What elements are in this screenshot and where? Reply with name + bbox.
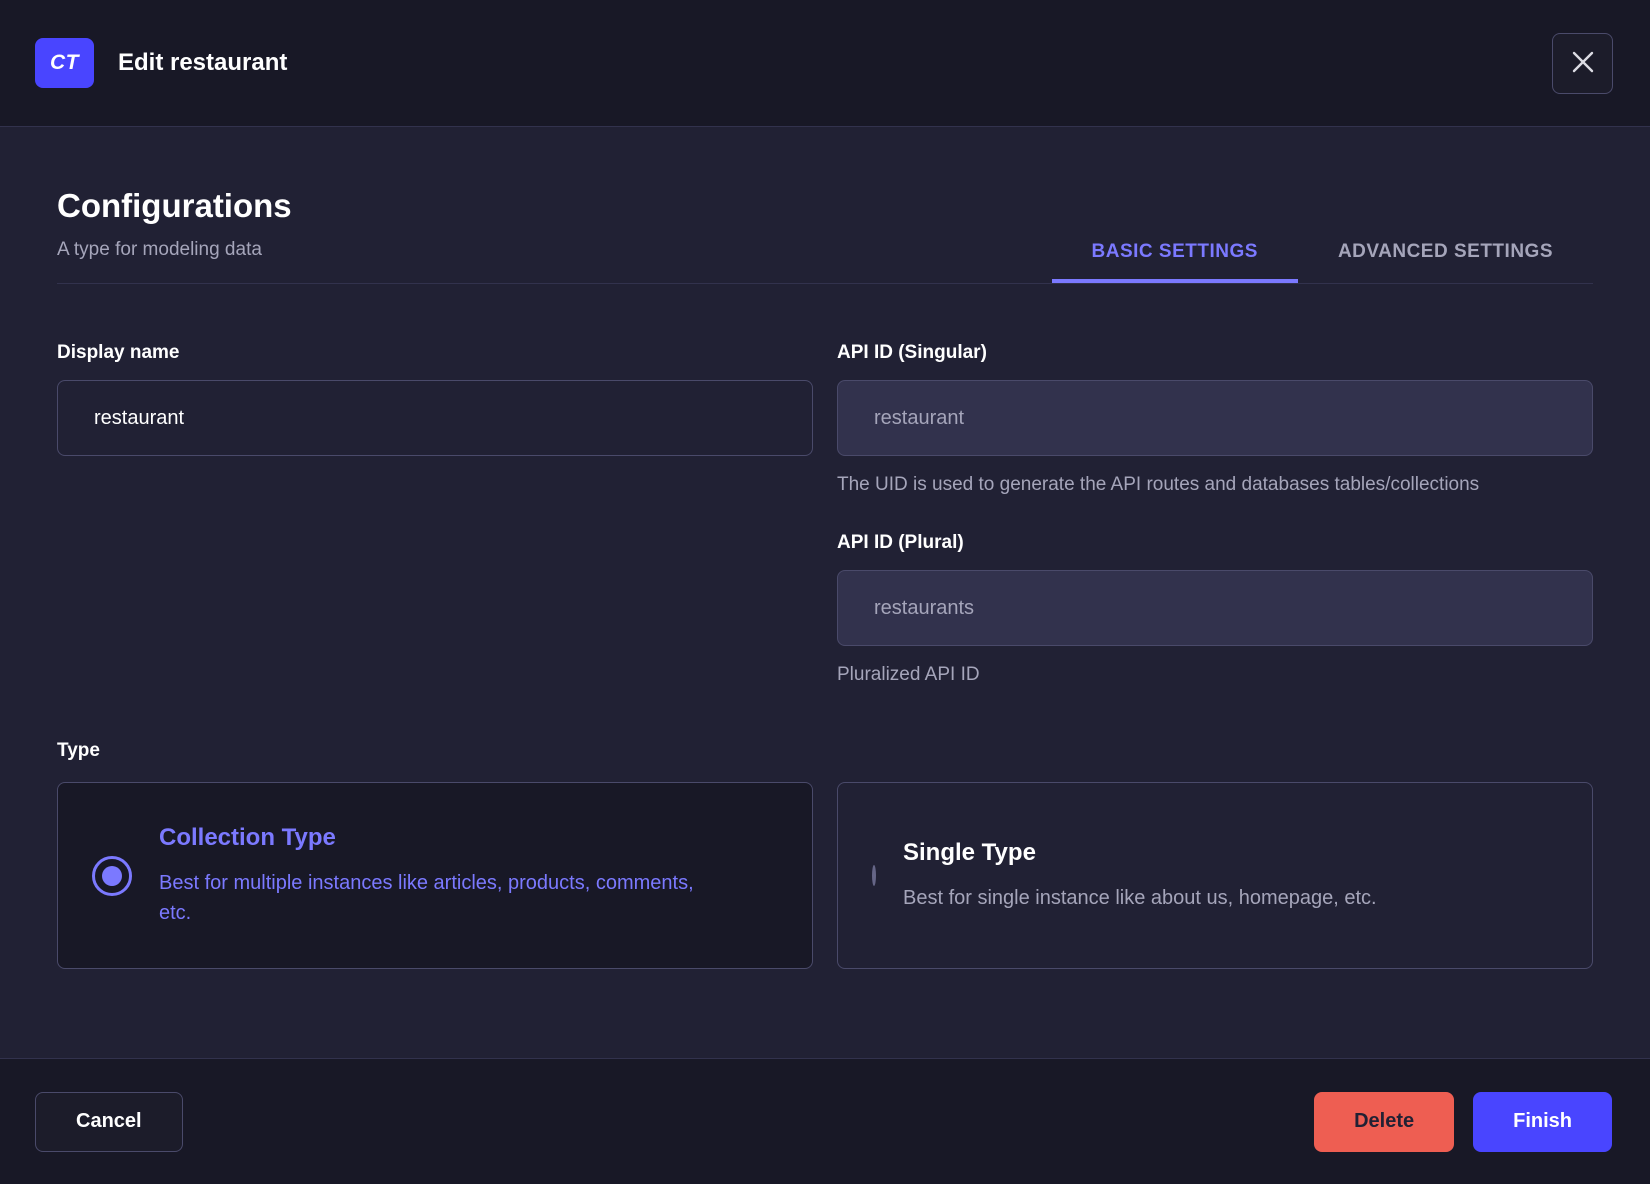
type-options: Collection Type Best for multiple instan…	[57, 782, 1593, 969]
api-id-plural-input[interactable]	[837, 570, 1593, 646]
close-button[interactable]	[1552, 33, 1613, 94]
type-section-label: Type	[57, 740, 1593, 762]
single-type-card[interactable]: Single Type Best for single instance lik…	[837, 782, 1593, 969]
section-titles: Configurations A type for modeling data	[57, 187, 292, 283]
cancel-button[interactable]: Cancel	[35, 1092, 183, 1152]
finish-button[interactable]: Finish	[1473, 1092, 1612, 1152]
api-id-singular-input[interactable]	[837, 380, 1593, 456]
settings-tabs: BASIC SETTINGS ADVANCED SETTINGS	[1052, 223, 1593, 283]
form-grid: Display name API ID (Singular) The UID i…	[57, 342, 1593, 690]
api-id-plural-hint: Pluralized API ID	[837, 660, 1487, 690]
tab-basic-settings[interactable]: BASIC SETTINGS	[1052, 223, 1298, 283]
collection-type-text: Collection Type Best for multiple instan…	[159, 824, 719, 928]
page-subtitle: A type for modeling data	[57, 239, 292, 283]
collection-type-title: Collection Type	[159, 824, 719, 852]
api-id-singular-hint: The UID is used to generate the API rout…	[837, 470, 1487, 500]
single-type-title: Single Type	[903, 839, 1377, 867]
collection-type-card[interactable]: Collection Type Best for multiple instan…	[57, 782, 813, 969]
single-type-description: Best for single instance like about us, …	[903, 883, 1377, 913]
api-id-singular-label: API ID (Singular)	[837, 342, 1593, 364]
modal-header: CT Edit restaurant	[0, 0, 1650, 127]
api-id-plural-label: API ID (Plural)	[837, 532, 1593, 554]
api-id-field-group: API ID (Singular) The UID is used to gen…	[837, 342, 1593, 690]
radio-unselected-icon[interactable]	[872, 867, 876, 885]
page-title: Configurations	[57, 187, 292, 225]
display-name-field-group: Display name	[57, 342, 813, 456]
collection-type-description: Best for multiple instances like article…	[159, 868, 719, 928]
single-type-text: Single Type Best for single instance lik…	[903, 839, 1377, 913]
section-header: Configurations A type for modeling data …	[57, 127, 1593, 284]
display-name-label: Display name	[57, 342, 813, 364]
close-icon	[1570, 49, 1596, 78]
delete-button[interactable]: Delete	[1314, 1092, 1454, 1152]
radio-selected-icon[interactable]	[92, 856, 132, 896]
display-name-input[interactable]	[57, 380, 813, 456]
api-id-plural-field-group: API ID (Plural) Pluralized API ID	[837, 532, 1593, 690]
tab-advanced-settings[interactable]: ADVANCED SETTINGS	[1298, 223, 1593, 283]
edit-content-type-modal: CT Edit restaurant Configurations A type…	[0, 0, 1650, 1184]
content-type-badge: CT	[35, 38, 94, 88]
modal-footer: Cancel Delete Finish	[0, 1058, 1650, 1184]
modal-body: Configurations A type for modeling data …	[0, 127, 1650, 1058]
modal-title: Edit restaurant	[118, 49, 287, 77]
